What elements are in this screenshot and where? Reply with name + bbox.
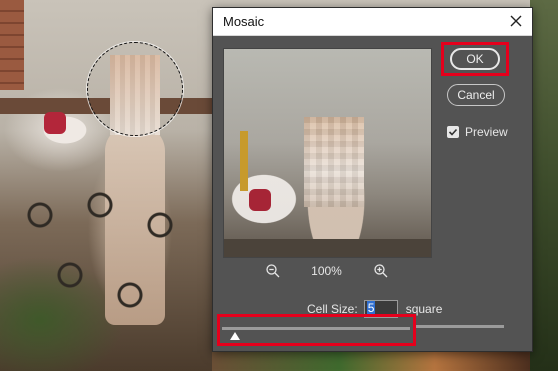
preview-checkbox[interactable] — [447, 126, 459, 138]
zoom-controls: 100% — [223, 263, 430, 281]
preview-lamp — [240, 131, 248, 191]
horse-saddle — [44, 112, 66, 134]
zoom-level: 100% — [311, 264, 342, 278]
mosaic-dialog: Mosaic 100% OK Cancel Preview Cell Size:… — [212, 7, 533, 352]
slider-highlight — [217, 314, 416, 346]
preview-checkbox-row[interactable]: Preview — [447, 124, 508, 140]
iron-railing — [0, 185, 212, 315]
cell-size-slider-thumb[interactable] — [230, 332, 240, 340]
dialog-title: Mosaic — [223, 14, 265, 29]
plants-bottom — [212, 350, 530, 371]
cell-size-slider-track[interactable] — [222, 327, 410, 330]
close-icon[interactable] — [506, 11, 526, 31]
preview-mosaic-pixels — [304, 117, 364, 207]
ok-highlight: OK — [441, 42, 509, 76]
preview-base — [224, 239, 431, 257]
brick-wall — [0, 0, 24, 90]
cell-size-value: 5 — [366, 301, 376, 315]
preview-horse — [249, 189, 271, 211]
dialog-titlebar[interactable]: Mosaic — [213, 8, 532, 36]
zoom-in-icon[interactable] — [373, 263, 389, 279]
elliptical-selection[interactable] — [87, 42, 183, 136]
preview-label: Preview — [465, 125, 508, 139]
cancel-button[interactable]: Cancel — [447, 84, 505, 106]
preview-window[interactable] — [223, 48, 432, 258]
ok-button[interactable]: OK — [450, 48, 500, 70]
plants-right — [530, 0, 558, 371]
cell-size-slider-track-end[interactable] — [416, 325, 504, 328]
